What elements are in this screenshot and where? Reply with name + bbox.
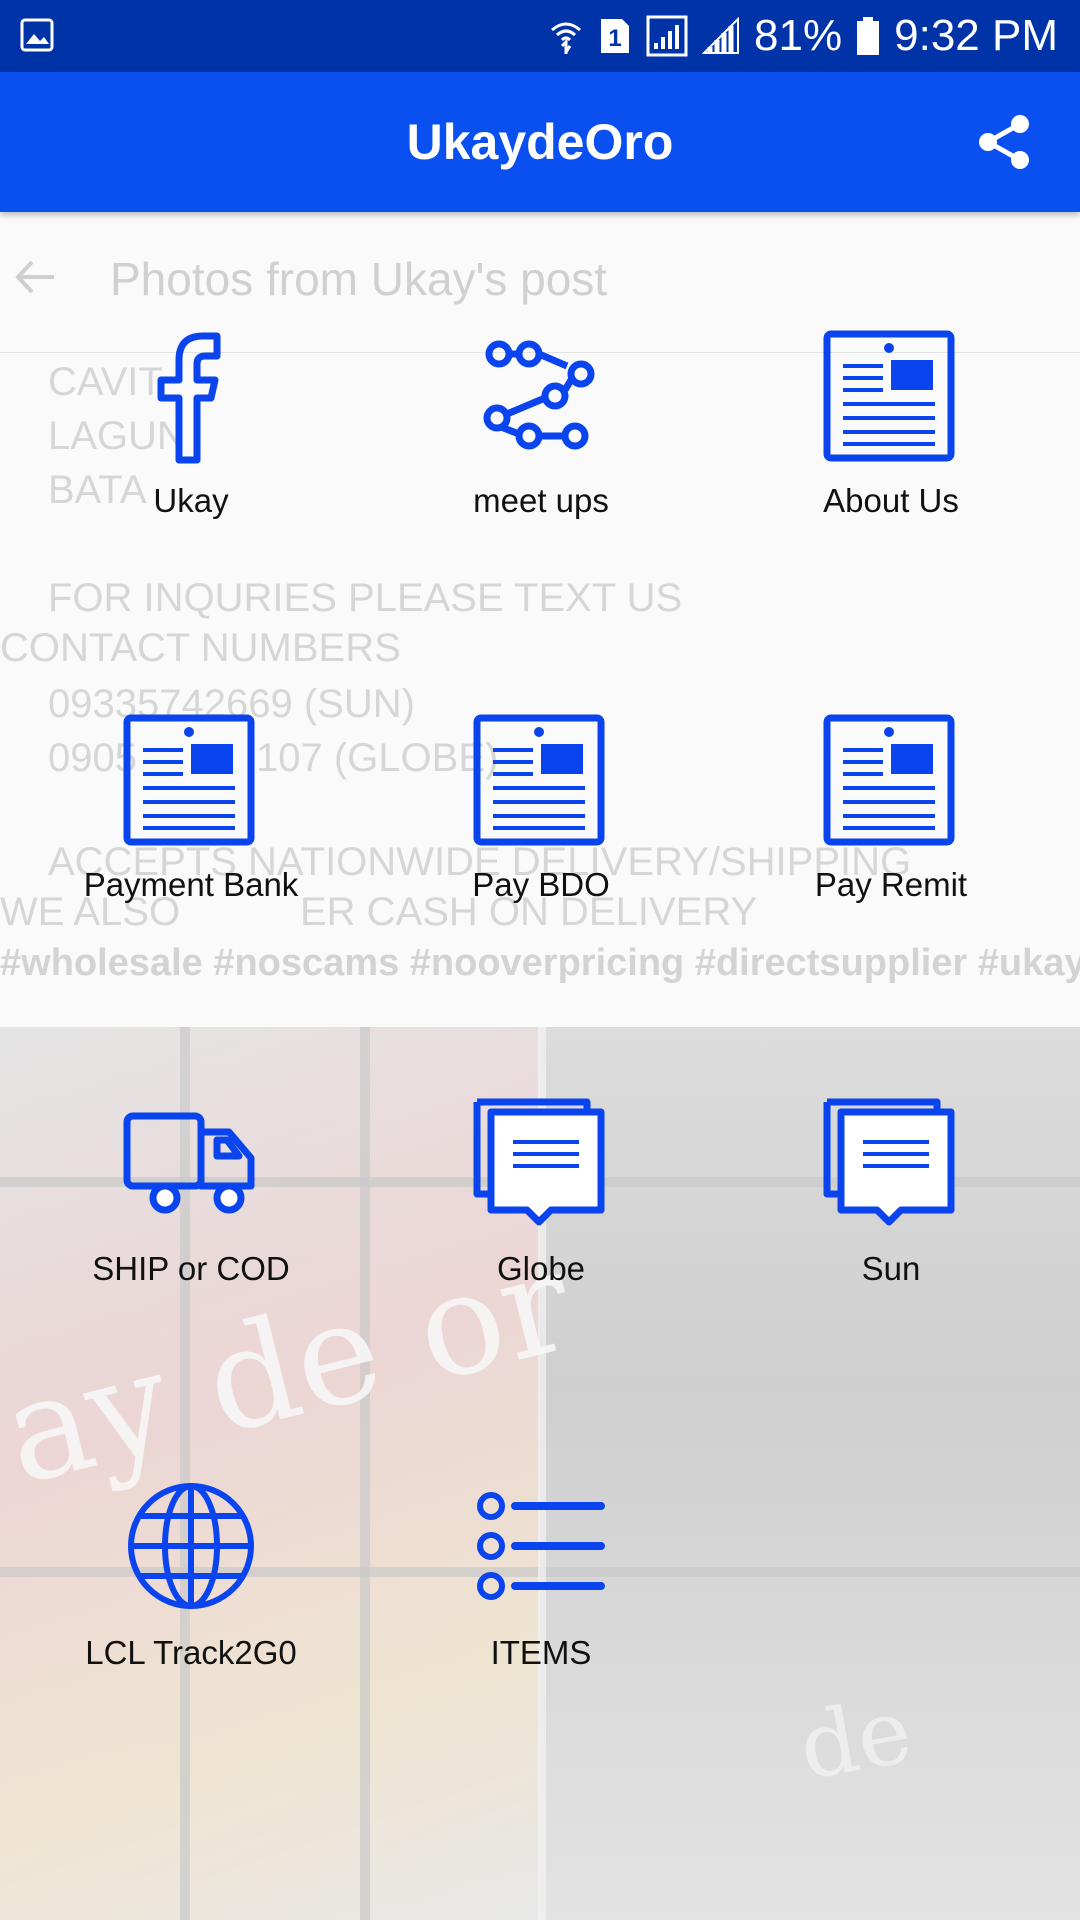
tile-label: Ukay: [153, 482, 229, 519]
tile-label: Sun: [861, 1250, 921, 1287]
gallery-notification-icon: [20, 18, 54, 52]
tile-lcl-track2go[interactable]: LCL Track2G0: [16, 1482, 366, 1742]
tile-label: Globe: [496, 1250, 586, 1287]
app-bar: UkaydeOro: [0, 72, 1080, 212]
clock: 9:32 PM: [894, 11, 1058, 60]
signal-box-icon: [646, 15, 688, 57]
status-bar: 1 81% 9:32 PM: [0, 0, 1080, 72]
facebook-icon: [157, 332, 221, 464]
tile-label: ITEMS: [490, 1634, 592, 1671]
battery-icon: [857, 17, 880, 55]
tile-label: About Us: [823, 482, 959, 519]
tile-globe[interactable]: Globe: [366, 1098, 716, 1358]
app-title: UkaydeOro: [406, 114, 674, 170]
tile-label: meet ups: [473, 482, 609, 519]
tile-sun[interactable]: Sun: [716, 1098, 1066, 1358]
tile-payment-bank[interactable]: Payment Bank: [16, 714, 366, 974]
post-title: Photos from Ukay's post: [110, 253, 608, 305]
news-article-icon: [823, 714, 955, 846]
tile-label: SHIP or COD: [92, 1250, 290, 1287]
truck-icon: [123, 1112, 255, 1214]
post-line: CONTACT NUMBERS: [0, 626, 401, 670]
list-icon: [477, 1492, 605, 1600]
tile-label: Pay BDO: [472, 866, 610, 903]
chat-messages-icon: [473, 1098, 605, 1226]
battery-percent: 81%: [754, 11, 843, 60]
tile-label: LCL Track2G0: [85, 1634, 297, 1671]
signal-strength-icon: [702, 17, 740, 54]
back-arrow-icon: [15, 260, 54, 294]
globe-icon: [128, 1483, 254, 1609]
tile-pay-remit[interactable]: Pay Remit: [716, 714, 1066, 974]
news-article-icon: [473, 714, 605, 846]
news-article-icon: [123, 714, 255, 846]
sim-slot: 1: [608, 25, 621, 52]
chat-messages-icon: [823, 1098, 955, 1226]
share-icon[interactable]: [976, 114, 1032, 170]
sim-card-icon: 1: [601, 19, 630, 53]
tile-meet-ups[interactable]: meet ups: [366, 330, 716, 590]
tile-label: Payment Bank: [83, 866, 299, 903]
photo-brand-text-2: de: [791, 1678, 920, 1801]
tile-items[interactable]: ITEMS: [366, 1482, 716, 1742]
tile-ship-or-cod[interactable]: SHIP or COD: [16, 1098, 366, 1358]
tile-about-us[interactable]: About Us: [716, 330, 1066, 590]
route-icon: [483, 340, 595, 450]
news-article-icon: [823, 330, 955, 462]
tile-ukay[interactable]: Ukay: [16, 330, 366, 590]
tile-label: Pay Remit: [814, 866, 968, 903]
wifi-icon: [551, 22, 582, 54]
tile-pay-bdo[interactable]: Pay BDO: [366, 714, 716, 974]
